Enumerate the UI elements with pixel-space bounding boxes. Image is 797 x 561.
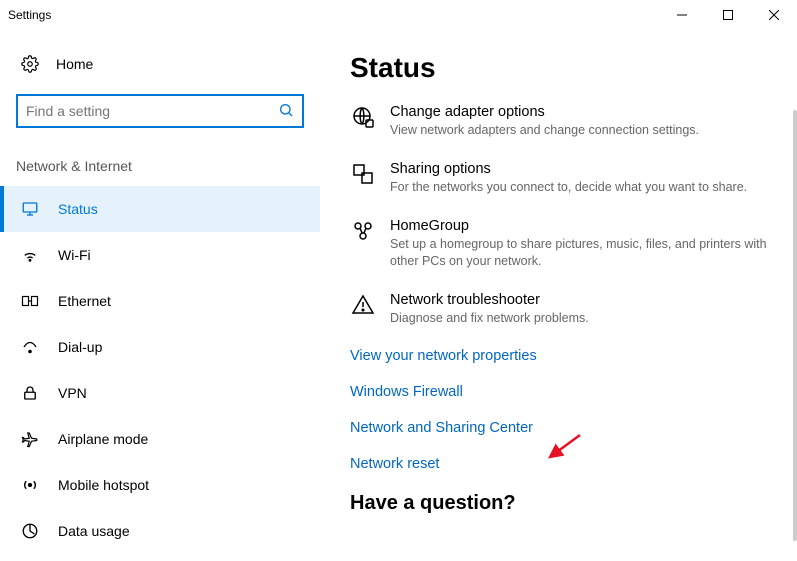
- sidebar-item-label: VPN: [58, 385, 87, 401]
- search-box[interactable]: [16, 94, 304, 128]
- sidebar-item-label: Ethernet: [58, 293, 111, 309]
- sidebar-item-ethernet[interactable]: Ethernet: [0, 278, 320, 324]
- window-title: Settings: [8, 8, 51, 22]
- status-icon: [20, 199, 40, 219]
- dialup-icon: [20, 337, 40, 357]
- minimize-icon: [677, 10, 687, 20]
- datausage-icon: [20, 521, 40, 541]
- maximize-button[interactable]: [705, 0, 751, 30]
- sidebar-item-label: Wi-Fi: [58, 247, 91, 263]
- hotspot-icon: [20, 475, 40, 495]
- option-desc: Set up a homegroup to share pictures, mu…: [390, 236, 767, 270]
- ethernet-icon: [20, 291, 40, 311]
- nav-list: Status Wi-Fi Ethernet Dial-up: [0, 186, 320, 554]
- option-desc: View network adapters and change connect…: [390, 122, 699, 139]
- sidebar-item-hotspot[interactable]: Mobile hotspot: [0, 462, 320, 508]
- scrollbar[interactable]: [793, 110, 797, 541]
- sidebar-item-label: Airplane mode: [58, 431, 148, 447]
- option-homegroup[interactable]: HomeGroup Set up a homegroup to share pi…: [350, 218, 767, 270]
- option-title: Sharing options: [390, 161, 747, 177]
- close-icon: [769, 10, 779, 20]
- globe-icon: [350, 104, 376, 130]
- search-icon: [278, 102, 294, 121]
- sidebar-item-airplane[interactable]: Airplane mode: [0, 416, 320, 462]
- sidebar-item-label: Mobile hotspot: [58, 477, 149, 493]
- option-troubleshoot[interactable]: Network troubleshooter Diagnose and fix …: [350, 292, 767, 327]
- category-label: Network & Internet: [0, 128, 320, 186]
- home-button[interactable]: Home: [0, 48, 320, 80]
- sidebar: Home Network & Internet Status Wi-Fi: [0, 30, 320, 561]
- page-title: Status: [350, 52, 767, 84]
- home-label: Home: [56, 56, 93, 72]
- warning-icon: [350, 292, 376, 318]
- sidebar-item-status[interactable]: Status: [0, 186, 320, 232]
- vpn-icon: [20, 383, 40, 403]
- option-desc: For the networks you connect to, decide …: [390, 179, 747, 196]
- gear-icon: [20, 54, 40, 74]
- option-desc: Diagnose and fix network problems.: [390, 310, 589, 327]
- link-network-reset[interactable]: Network reset: [350, 456, 767, 472]
- option-title: HomeGroup: [390, 218, 767, 234]
- sharing-icon: [350, 161, 376, 187]
- close-button[interactable]: [751, 0, 797, 30]
- option-title: Change adapter options: [390, 104, 699, 120]
- option-adapter[interactable]: Change adapter options View network adap…: [350, 104, 767, 139]
- question-heading: Have a question?: [350, 492, 767, 515]
- sidebar-item-dialup[interactable]: Dial-up: [0, 324, 320, 370]
- link-network-sharing-center[interactable]: Network and Sharing Center: [350, 420, 767, 436]
- sidebar-item-label: Dial-up: [58, 339, 102, 355]
- link-network-properties[interactable]: View your network properties: [350, 348, 767, 364]
- sidebar-item-wifi[interactable]: Wi-Fi: [0, 232, 320, 278]
- option-sharing[interactable]: Sharing options For the networks you con…: [350, 161, 767, 196]
- minimize-button[interactable]: [659, 0, 705, 30]
- titlebar: Settings: [0, 0, 797, 30]
- homegroup-icon: [350, 218, 376, 244]
- sidebar-item-label: Status: [58, 201, 98, 217]
- search-input[interactable]: [26, 103, 278, 119]
- sidebar-item-datausage[interactable]: Data usage: [0, 508, 320, 554]
- airplane-icon: [20, 429, 40, 449]
- option-title: Network troubleshooter: [390, 292, 589, 308]
- link-windows-firewall[interactable]: Windows Firewall: [350, 384, 767, 400]
- sidebar-item-vpn[interactable]: VPN: [0, 370, 320, 416]
- sidebar-item-label: Data usage: [58, 523, 130, 539]
- maximize-icon: [723, 10, 733, 20]
- wifi-icon: [20, 245, 40, 265]
- main-panel: Status Change adapter options View netwo…: [320, 30, 797, 561]
